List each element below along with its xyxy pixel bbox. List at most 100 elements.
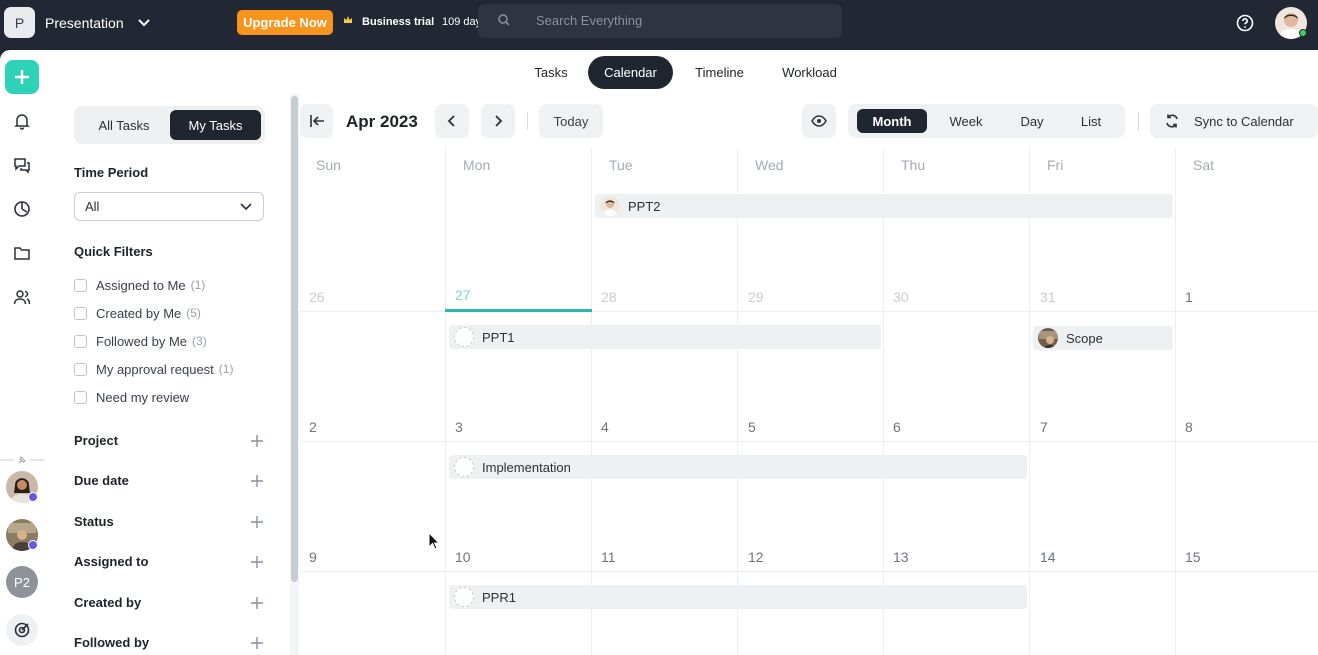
day-number[interactable]: 13 <box>893 549 909 565</box>
help-icon[interactable] <box>1236 14 1254 32</box>
search-bar[interactable] <box>478 4 842 38</box>
mode-month[interactable]: Month <box>857 109 927 133</box>
online-status-dot <box>1299 29 1307 37</box>
top-bar: P Presentation Upgrade Now Business tria… <box>0 0 1318 50</box>
status-badge <box>28 540 38 550</box>
sync-to-calendar-button[interactable]: Sync to Calendar <box>1150 104 1318 138</box>
chevron-right-icon <box>495 115 503 127</box>
plus-icon[interactable] <box>250 515 264 529</box>
filter-group-due-date[interactable]: Due date <box>74 471 264 491</box>
sidebar-rail: P2 <box>0 50 44 655</box>
day-number-today[interactable]: 27 <box>455 287 471 303</box>
calendar-event[interactable]: PPT2 <box>595 194 1173 218</box>
chevron-down-icon[interactable] <box>136 14 152 30</box>
checkbox[interactable] <box>74 334 87 348</box>
quick-filter-created-by-me[interactable]: Created by Me (5) <box>74 304 201 322</box>
filter-group-assigned-to[interactable]: Assigned to <box>74 552 264 572</box>
unassigned-avatar <box>454 587 474 607</box>
time-period-title: Time Period <box>74 165 149 180</box>
tab-timeline[interactable]: Timeline <box>680 56 759 89</box>
tab-calendar[interactable]: Calendar <box>588 56 673 89</box>
quick-filter-assigned-to-me[interactable]: Assigned to Me (1) <box>74 276 205 294</box>
folder-icon[interactable] <box>13 244 31 262</box>
day-number[interactable]: 8 <box>1185 419 1193 435</box>
day-number[interactable]: 2 <box>309 419 317 435</box>
plus-icon[interactable] <box>250 596 264 610</box>
visibility-button[interactable] <box>802 104 836 138</box>
bell-icon[interactable] <box>13 112 31 130</box>
today-button[interactable]: Today <box>539 104 603 138</box>
day-number[interactable]: 29 <box>748 289 764 305</box>
quick-filter-label: Assigned to Me <box>96 277 186 293</box>
goal-icon[interactable] <box>6 614 38 646</box>
time-period-select[interactable]: All <box>74 192 264 221</box>
day-number[interactable]: 14 <box>1040 549 1056 565</box>
day-number[interactable]: 10 <box>455 549 471 565</box>
checkbox[interactable] <box>74 390 87 404</box>
calendar-event[interactable]: PPT1 <box>449 325 881 349</box>
day-number[interactable]: 12 <box>748 549 764 565</box>
quick-filter-followed-by-me[interactable]: Followed by Me (3) <box>74 332 207 350</box>
day-number[interactable]: 4 <box>601 419 609 435</box>
day-number[interactable]: 6 <box>893 419 901 435</box>
project-avatar-p2[interactable]: P2 <box>6 566 38 598</box>
crown-icon <box>344 16 352 23</box>
day-number[interactable]: 5 <box>748 419 756 435</box>
tab-tasks[interactable]: Tasks <box>518 56 584 89</box>
prev-month-button[interactable] <box>435 104 469 138</box>
calendar-event[interactable]: Implementation <box>449 455 1027 479</box>
plus-icon[interactable] <box>250 636 264 650</box>
filter-group-followed-by[interactable]: Followed by <box>74 633 264 653</box>
grid-line <box>883 148 884 655</box>
weekday-header: Wed <box>755 157 784 173</box>
event-title: PPR1 <box>482 589 516 605</box>
day-number[interactable]: 28 <box>601 289 617 305</box>
mode-week[interactable]: Week <box>931 109 1001 133</box>
grid-line <box>591 148 592 655</box>
upgrade-button[interactable]: Upgrade Now <box>237 10 333 35</box>
scrollbar-thumb[interactable] <box>291 96 298 582</box>
avatar <box>1038 328 1058 348</box>
day-number[interactable]: 11 <box>601 549 616 565</box>
my-tasks-tab[interactable]: My Tasks <box>170 110 261 140</box>
tab-workload[interactable]: Workload <box>766 56 853 89</box>
day-number[interactable]: 7 <box>1040 419 1048 435</box>
workspace-badge[interactable]: P <box>4 7 35 38</box>
plus-icon[interactable] <box>250 474 264 488</box>
calendar-event[interactable]: Scope <box>1033 326 1173 350</box>
day-number[interactable]: 31 <box>1040 289 1056 305</box>
sync-label: Sync to Calendar <box>1194 114 1294 129</box>
workspace-name[interactable]: Presentation <box>45 15 124 31</box>
main-panel: P2 Tasks Calendar Timeline Workload All … <box>0 50 1318 655</box>
filter-group-status[interactable]: Status <box>74 512 264 532</box>
day-number[interactable]: 30 <box>893 289 909 305</box>
plus-icon[interactable] <box>250 555 264 569</box>
all-tasks-tab[interactable]: All Tasks <box>78 110 170 140</box>
collapse-sidebar-button[interactable] <box>300 104 333 138</box>
filter-group-label: Assigned to <box>74 554 149 569</box>
quick-filter-need-review[interactable]: Need my review <box>74 388 189 406</box>
unassigned-avatar <box>454 457 474 477</box>
day-number[interactable]: 15 <box>1185 549 1201 565</box>
quick-filter-label: Followed by Me <box>96 333 188 349</box>
day-number[interactable]: 26 <box>309 289 325 305</box>
mode-list[interactable]: List <box>1056 109 1126 133</box>
chat-icon[interactable] <box>13 156 31 174</box>
filter-group-label: Created by <box>74 595 142 610</box>
search-input[interactable]: Search Everything <box>536 13 642 28</box>
filter-group-project[interactable]: Project <box>74 431 264 451</box>
quick-filter-approval-request[interactable]: My approval request (1) <box>74 360 233 378</box>
calendar-toolbar: Apr 2023 Today Month Week Day List Sync … <box>300 104 1318 144</box>
checkbox[interactable] <box>74 306 87 320</box>
calendar-event[interactable]: PPR1 <box>449 585 1027 609</box>
clock-icon[interactable] <box>13 200 31 218</box>
people-icon[interactable] <box>13 288 31 306</box>
filter-group-created-by[interactable]: Created by <box>74 593 264 613</box>
checkbox[interactable] <box>74 278 87 292</box>
day-number[interactable]: 9 <box>309 549 317 565</box>
plus-icon[interactable] <box>250 434 264 448</box>
day-number[interactable]: 1 <box>1185 289 1193 305</box>
checkbox[interactable] <box>74 362 87 376</box>
day-number[interactable]: 3 <box>455 419 463 435</box>
next-month-button[interactable] <box>481 104 515 138</box>
